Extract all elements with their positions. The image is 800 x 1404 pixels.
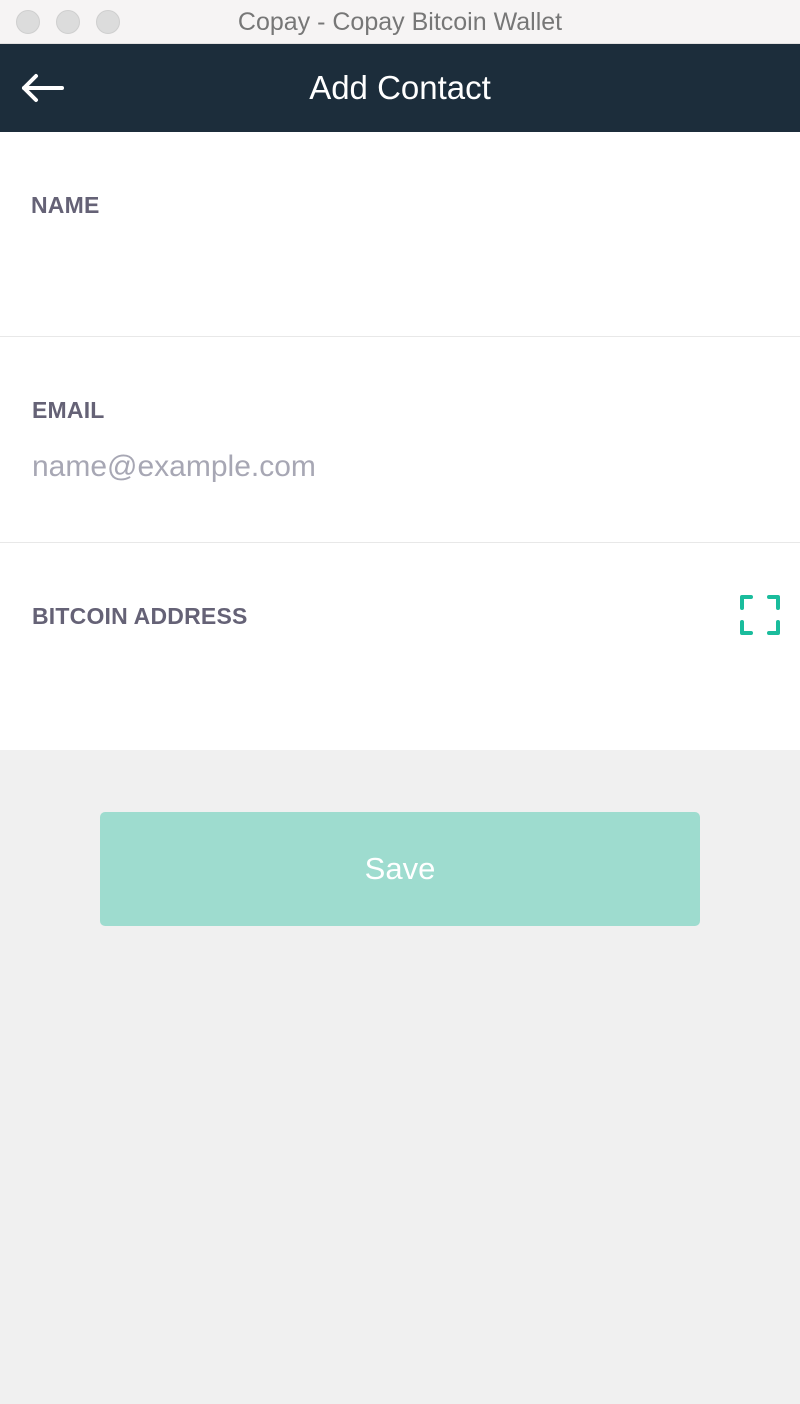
- window-title: Copay - Copay Bitcoin Wallet: [237, 8, 563, 36]
- scan-qr-button[interactable]: [738, 593, 782, 637]
- name-input[interactable]: [32, 240, 720, 288]
- qr-scan-icon: [740, 595, 780, 635]
- name-field-row: NAME: [0, 132, 800, 337]
- bitcoin-address-label: BITCOIN ADDRESS: [32, 603, 248, 629]
- email-field-row: EMAIL: [0, 337, 800, 543]
- app-window: Copay - Copay Bitcoin Wallet Add Contact…: [0, 0, 800, 1404]
- add-contact-form: NAME EMAIL BITCOIN ADDRESS: [0, 132, 800, 750]
- email-label: EMAIL: [32, 397, 105, 423]
- name-label: NAME: [31, 192, 100, 218]
- bitcoin-address-input[interactable]: [32, 655, 720, 703]
- page-title: Add Contact: [309, 69, 491, 106]
- bitcoin-address-field-row: BITCOIN ADDRESS: [0, 543, 800, 750]
- window-titlebar: Copay - Copay Bitcoin Wallet: [0, 0, 800, 44]
- top-bar: Add Contact: [0, 44, 800, 132]
- email-input[interactable]: [32, 443, 720, 491]
- save-button[interactable]: Save: [100, 812, 700, 926]
